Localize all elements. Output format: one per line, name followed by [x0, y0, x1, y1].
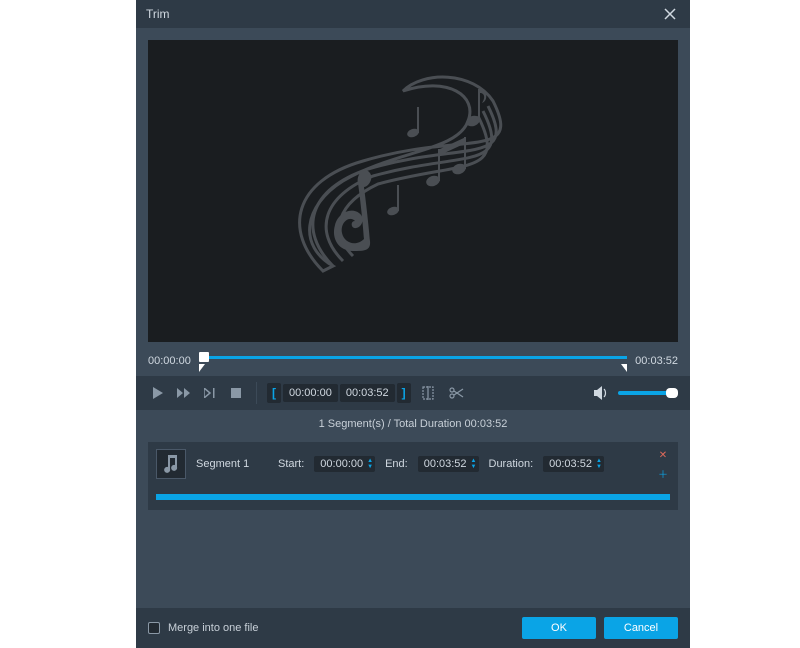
start-label: Start: — [278, 458, 304, 470]
start-time-value: 00:00:00 — [320, 458, 363, 470]
duration-down[interactable]: ▼ — [596, 464, 602, 470]
set-out-button[interactable]: ] — [397, 383, 411, 403]
play-icon — [153, 387, 163, 399]
volume-button[interactable] — [592, 383, 612, 403]
segment-actions: ✕ ＋ — [656, 448, 670, 480]
volume-slider[interactable] — [618, 391, 678, 395]
volume-handle[interactable] — [666, 388, 678, 398]
start-down[interactable]: ▼ — [367, 464, 373, 470]
footer: Merge into one file OK Cancel — [136, 608, 690, 648]
timeline: 00:00:00 00:03:52 — [136, 350, 690, 376]
ok-button[interactable]: OK — [522, 617, 596, 639]
close-icon — [664, 8, 676, 20]
next-frame-icon — [204, 388, 216, 398]
timeline-track[interactable] — [199, 350, 627, 372]
timeline-start-time: 00:00:00 — [148, 355, 191, 367]
video-preview — [148, 40, 678, 342]
end-down[interactable]: ▼ — [471, 464, 477, 470]
music-placeholder-icon — [263, 61, 563, 321]
segments-list: Segment 1 Start: 00:00:00 ▲▼ End: 00:03:… — [136, 434, 690, 518]
fast-forward-button[interactable] — [174, 383, 194, 403]
fast-forward-icon — [177, 388, 191, 398]
segments-summary: 1 Segment(s) / Total Duration 00:03:52 — [136, 410, 690, 434]
playhead-handle[interactable] — [199, 352, 209, 362]
play-button[interactable] — [148, 383, 168, 403]
playback-controls: [ 00:00:00 00:03:52 ] — [136, 376, 690, 410]
duration-spinner[interactable]: 00:03:52 ▲▼ — [543, 456, 604, 472]
delete-segment-button[interactable]: ✕ — [656, 448, 670, 462]
close-button[interactable] — [660, 4, 680, 24]
music-note-icon — [163, 455, 179, 473]
end-time-spinner[interactable]: 00:03:52 ▲▼ — [418, 456, 479, 472]
add-segment-button[interactable]: ＋ — [656, 466, 670, 480]
set-in-button[interactable]: [ — [267, 383, 281, 403]
end-time-value: 00:03:52 — [424, 458, 467, 470]
split-button[interactable] — [417, 383, 439, 403]
divider — [256, 382, 257, 404]
cancel-button[interactable]: Cancel — [604, 617, 678, 639]
cut-button[interactable] — [445, 383, 467, 403]
end-label: End: — [385, 458, 408, 470]
start-time-spinner[interactable]: 00:00:00 ▲▼ — [314, 456, 375, 472]
stop-icon — [231, 388, 241, 398]
segment-name: Segment 1 — [196, 458, 268, 470]
segment-range-bar[interactable] — [156, 494, 670, 500]
trim-dialog: Trim — [136, 0, 690, 648]
timeline-end-time: 00:03:52 — [635, 355, 678, 367]
duration-label: Duration: — [489, 458, 534, 470]
titlebar: Trim — [136, 0, 690, 28]
range-end-marker[interactable] — [621, 364, 627, 372]
range-start-marker[interactable] — [199, 364, 205, 372]
segment-thumbnail — [156, 449, 186, 479]
volume-icon — [594, 386, 610, 400]
preview-area — [136, 28, 690, 350]
window-title: Trim — [146, 7, 170, 21]
in-out-editor: [ 00:00:00 00:03:52 ] — [267, 383, 411, 403]
next-frame-button[interactable] — [200, 383, 220, 403]
out-time[interactable]: 00:03:52 — [340, 384, 395, 402]
split-icon — [420, 386, 436, 400]
merge-checkbox[interactable] — [148, 622, 160, 634]
segment-row[interactable]: Segment 1 Start: 00:00:00 ▲▼ End: 00:03:… — [148, 442, 678, 510]
timeline-progress — [199, 356, 627, 359]
in-time[interactable]: 00:00:00 — [283, 384, 338, 402]
duration-value: 00:03:52 — [549, 458, 592, 470]
stop-button[interactable] — [226, 383, 246, 403]
merge-label: Merge into one file — [168, 622, 259, 634]
scissors-icon — [448, 386, 464, 400]
